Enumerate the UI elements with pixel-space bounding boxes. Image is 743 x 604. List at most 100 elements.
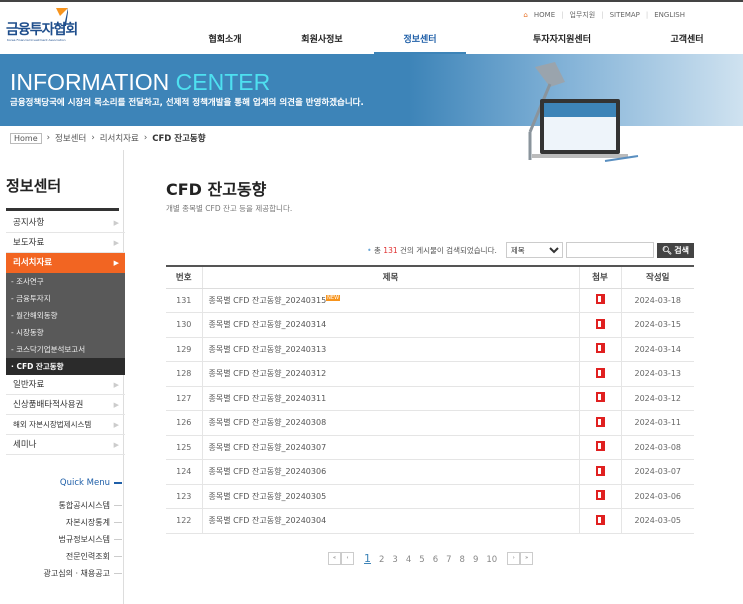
prev-page-button[interactable]: ‹ xyxy=(341,552,354,565)
row-date: 2024-03-05 xyxy=(620,508,694,534)
row-title-link[interactable]: 종목별 CFD 잔고동향_20240314 xyxy=(201,312,579,338)
sidebar: 정보센터 공지사항 ▶ 보도자료 ▶ 리서치자료 ▶ - 조사연구 - 금융투자지 -… xyxy=(0,150,125,604)
row-number: 122 xyxy=(166,508,202,534)
row-title-link[interactable]: 종목별 CFD 잔고동향_20240312 xyxy=(201,361,579,387)
search-input[interactable] xyxy=(565,242,654,258)
quick-link[interactable]: 통합공시시스템 xyxy=(58,500,122,511)
nav-info-center[interactable]: 정보센터 xyxy=(374,32,466,54)
row-date: 2024-03-12 xyxy=(620,386,694,411)
page-number[interactable]: 5 xyxy=(419,555,424,565)
row-attachment[interactable] xyxy=(578,312,621,338)
table-row[interactable]: 127 종목별 CFD 잔고동향_20240311 2024-03-12 xyxy=(166,386,694,411)
pdf-icon[interactable] xyxy=(595,318,605,329)
table-row[interactable]: 124 종목별 CFD 잔고동향_20240306 2024-03-07 xyxy=(166,459,694,485)
nav-members[interactable]: 회원사정보 xyxy=(270,32,374,54)
row-title-link[interactable]: 종목별 CFD 잔고동향_20240313 xyxy=(201,337,579,362)
pdf-icon[interactable] xyxy=(595,392,605,403)
submenu-item[interactable]: - 시장동향 xyxy=(6,324,125,341)
first-page-button[interactable]: « xyxy=(328,552,341,565)
util-home[interactable]: HOME xyxy=(534,11,555,19)
row-title-link[interactable]: 종목별 CFD 잔고동향_20240308 xyxy=(201,410,579,436)
row-attachment[interactable] xyxy=(578,435,621,460)
table-row[interactable]: 123 종목별 CFD 잔고동향_20240305 2024-03-06 xyxy=(166,484,694,509)
logo[interactable]: 금융투자협회 Korea Financial Investment Associ… xyxy=(6,8,92,42)
page-number[interactable]: 3 xyxy=(392,555,397,565)
breadcrumb-item[interactable]: 리서치자료 xyxy=(100,132,139,144)
nav-about[interactable]: 협회소개 xyxy=(180,32,270,54)
pdf-icon[interactable] xyxy=(595,490,605,501)
page-number[interactable]: 1 xyxy=(364,552,371,565)
table-row[interactable]: 130 종목별 CFD 잔고동향_20240314 2024-03-15 xyxy=(166,312,694,338)
row-number: 129 xyxy=(166,337,202,362)
sidebar-item-research[interactable]: 리서치자료 ▶ xyxy=(6,253,125,273)
pdf-icon[interactable] xyxy=(595,416,605,427)
nav-customer[interactable]: 고객센터 xyxy=(652,32,722,54)
table-row[interactable]: 129 종목별 CFD 잔고동향_20240313 2024-03-14 xyxy=(166,337,694,362)
row-attachment[interactable] xyxy=(578,386,621,411)
row-attachment[interactable] xyxy=(578,410,621,436)
page-number[interactable]: 2 xyxy=(379,555,384,565)
sidebar-item-general[interactable]: 일반자료 ▶ xyxy=(6,375,125,395)
quick-link[interactable]: 광고심의 · 채용공고 xyxy=(43,568,122,579)
row-attachment[interactable] xyxy=(578,288,621,313)
row-attachment[interactable] xyxy=(578,361,621,387)
quick-link[interactable]: 법규정보시스템 xyxy=(58,534,122,545)
search-field-select[interactable]: 제목 xyxy=(505,242,563,258)
submenu-item[interactable]: - 코스닥기업분석보고서 xyxy=(6,341,125,358)
sidebar-item-seminar[interactable]: 세미나 ▶ xyxy=(6,435,125,455)
pdf-icon[interactable] xyxy=(595,343,605,354)
row-attachment[interactable] xyxy=(578,459,621,485)
col-number: 번호 xyxy=(166,266,202,289)
row-title-link[interactable]: 종목별 CFD 잔고동향_20240315NEW xyxy=(201,288,579,313)
row-date: 2024-03-07 xyxy=(620,459,694,485)
last-page-button[interactable]: » xyxy=(520,552,534,565)
page-number[interactable]: 9 xyxy=(473,555,478,565)
sidebar-item-press[interactable]: 보도자료 ▶ xyxy=(6,233,125,253)
sidebar-item-exclusive[interactable]: 신상품배타적사용권 ▶ xyxy=(6,395,125,415)
submenu-item[interactable]: - 월간해외동향 xyxy=(6,307,125,324)
row-title-link[interactable]: 종목별 CFD 잔고동향_20240305 xyxy=(201,484,579,509)
page-number[interactable]: 10 xyxy=(486,555,497,565)
pdf-icon[interactable] xyxy=(595,367,605,378)
content: CFD 잔고동향 개별 종목별 CFD 잔고 등을 제공합니다. • 총 131… xyxy=(166,170,694,534)
util-sitemap[interactable]: SITEMAP xyxy=(610,11,640,19)
submenu-item[interactable]: - 조사연구 xyxy=(6,273,125,290)
row-title-link[interactable]: 종목별 CFD 잔고동향_20240306 xyxy=(201,459,579,485)
pdf-icon[interactable] xyxy=(595,441,605,452)
util-support[interactable]: 업무지원 xyxy=(569,10,595,20)
submenu-item[interactable]: - 금융투자지 xyxy=(6,290,125,307)
result-count: • 총 131 건의 게시물이 검색되었습니다. xyxy=(367,245,497,255)
submenu-item-active[interactable]: · CFD 잔고동향 xyxy=(6,358,125,375)
table-row[interactable]: 125 종목별 CFD 잔고동향_20240307 2024-03-08 xyxy=(166,435,694,460)
page-number[interactable]: 7 xyxy=(446,555,451,565)
pdf-icon[interactable] xyxy=(595,514,605,525)
page-number[interactable]: 4 xyxy=(406,555,411,565)
row-attachment[interactable] xyxy=(578,484,621,509)
row-title-link[interactable]: 종목별 CFD 잔고동향_20240307 xyxy=(201,435,579,460)
chevron-right-icon: ▶ xyxy=(113,239,119,247)
table-row[interactable]: 128 종목별 CFD 잔고동향_20240312 2024-03-13 xyxy=(166,361,694,387)
nav-investor[interactable]: 투자자지원센터 xyxy=(504,32,620,54)
breadcrumb-home[interactable]: Home xyxy=(10,132,42,144)
sidebar-item-notice[interactable]: 공지사항 ▶ xyxy=(6,213,125,233)
logo-subtext: Korea Financial Investment Association xyxy=(7,38,66,42)
next-page-button[interactable]: › xyxy=(507,552,521,565)
pdf-icon[interactable] xyxy=(595,294,605,305)
lamp-laptop-illustration xyxy=(528,62,639,162)
search-button[interactable]: 🔍︎ 검색 xyxy=(656,242,694,258)
quick-link[interactable]: 자본시장통계 xyxy=(66,517,122,528)
page-number[interactable]: 8 xyxy=(460,555,465,565)
breadcrumb-item[interactable]: 정보센터 xyxy=(55,132,86,144)
table-row[interactable]: 131 종목별 CFD 잔고동향_20240315NEW 2024-03-18 xyxy=(166,288,694,313)
pdf-icon[interactable] xyxy=(595,465,605,476)
util-english[interactable]: ENGLISH xyxy=(654,11,685,19)
row-title-link[interactable]: 종목별 CFD 잔고동향_20240304 xyxy=(201,508,579,534)
sidebar-item-overseas[interactable]: 해외 자본시장법제시스템 ▶ xyxy=(6,415,125,435)
row-title-link[interactable]: 종목별 CFD 잔고동향_20240311 xyxy=(201,386,579,411)
table-row[interactable]: 122 종목별 CFD 잔고동향_20240304 2024-03-05 xyxy=(166,508,694,534)
row-attachment[interactable] xyxy=(578,508,621,534)
quick-link[interactable]: 전문인력조회 xyxy=(66,551,122,562)
table-row[interactable]: 126 종목별 CFD 잔고동향_20240308 2024-03-11 xyxy=(166,410,694,436)
page-number[interactable]: 6 xyxy=(433,555,438,565)
row-attachment[interactable] xyxy=(578,337,621,362)
